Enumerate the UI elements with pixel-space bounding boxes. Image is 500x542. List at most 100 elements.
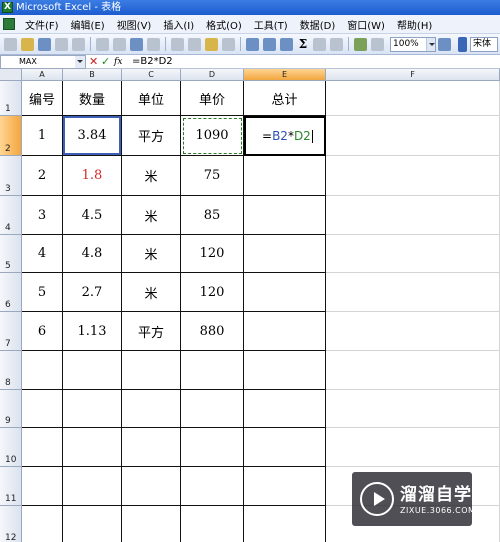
header-cell[interactable]: 数量 xyxy=(63,81,122,116)
select-all-corner[interactable] xyxy=(0,69,22,81)
cell[interactable] xyxy=(122,351,181,390)
cell[interactable] xyxy=(181,428,244,467)
autosum-icon[interactable]: Σ xyxy=(297,37,309,51)
row-header[interactable]: 11 xyxy=(0,467,22,506)
cell[interactable] xyxy=(122,428,181,467)
row-header[interactable]: 12 xyxy=(0,506,22,542)
cell[interactable] xyxy=(326,156,500,196)
column-header[interactable]: E xyxy=(244,69,326,81)
cell[interactable] xyxy=(63,351,122,390)
column-header[interactable]: B xyxy=(63,69,122,81)
table-cell[interactable]: 米 xyxy=(122,235,181,273)
row-header[interactable]: 4 xyxy=(0,196,22,235)
table-cell[interactable]: 3.84 xyxy=(63,116,122,156)
cell[interactable] xyxy=(326,428,500,467)
row-header[interactable]: 8 xyxy=(0,351,22,390)
cell[interactable] xyxy=(244,467,326,506)
column-header[interactable]: F xyxy=(326,69,500,81)
table-cell[interactable] xyxy=(244,312,326,351)
menu-view[interactable]: 视图(V) xyxy=(111,17,158,32)
undo-icon[interactable] xyxy=(246,37,259,51)
cell[interactable] xyxy=(181,390,244,428)
cell[interactable] xyxy=(22,390,63,428)
table-cell[interactable]: 120 xyxy=(181,235,244,273)
menu-window[interactable]: 窗口(W) xyxy=(341,17,391,32)
format-painter-icon[interactable] xyxy=(222,37,235,51)
cell[interactable] xyxy=(326,273,500,312)
table-cell[interactable]: 米 xyxy=(122,196,181,235)
table-cell[interactable]: 平方 xyxy=(122,312,181,351)
row-header[interactable]: 10 xyxy=(0,428,22,467)
table-cell[interactable]: 4.8 xyxy=(63,235,122,273)
cell[interactable] xyxy=(22,467,63,506)
cell[interactable] xyxy=(122,390,181,428)
row-header[interactable]: 7 xyxy=(0,312,22,351)
table-cell[interactable]: 4.5 xyxy=(63,196,122,235)
formula-input[interactable]: =B2*D2 xyxy=(130,55,500,69)
cell[interactable] xyxy=(63,390,122,428)
cell[interactable] xyxy=(326,312,500,351)
menu-file[interactable]: 文件(F) xyxy=(19,17,65,32)
table-cell[interactable]: 4 xyxy=(22,235,63,273)
permission-icon[interactable] xyxy=(55,37,68,51)
cell[interactable] xyxy=(244,428,326,467)
zoom-select[interactable]: 100% xyxy=(390,36,436,52)
sort-ascending-icon[interactable] xyxy=(313,37,326,51)
open-icon[interactable] xyxy=(21,37,34,51)
enter-icon[interactable]: ✓ xyxy=(101,55,111,69)
table-cell[interactable]: 1.13 xyxy=(63,312,122,351)
cell[interactable] xyxy=(244,506,326,542)
table-cell[interactable] xyxy=(244,273,326,312)
cell[interactable] xyxy=(63,467,122,506)
cell[interactable] xyxy=(244,390,326,428)
paste-icon[interactable] xyxy=(205,37,218,51)
table-cell[interactable]: 1 xyxy=(22,116,63,156)
row-header[interactable]: 1 xyxy=(0,81,22,116)
email-icon[interactable] xyxy=(72,37,85,51)
row-header[interactable]: 5 xyxy=(0,235,22,273)
row-header[interactable]: 9 xyxy=(0,390,22,428)
cell[interactable] xyxy=(244,351,326,390)
table-cell[interactable]: 平方 xyxy=(122,116,181,156)
new-icon[interactable] xyxy=(4,37,17,51)
cell[interactable] xyxy=(181,506,244,542)
chevron-down-icon[interactable] xyxy=(426,37,435,51)
table-cell[interactable]: 1090 xyxy=(181,116,244,156)
print-preview-icon[interactable] xyxy=(113,37,126,51)
spelling-icon[interactable] xyxy=(130,37,143,51)
header-cell[interactable]: 单位 xyxy=(122,81,181,116)
column-header[interactable]: C xyxy=(122,69,181,81)
table-cell[interactable]: 2 xyxy=(22,156,63,196)
redo-icon[interactable] xyxy=(263,37,276,51)
cell[interactable] xyxy=(122,506,181,542)
table-cell[interactable] xyxy=(244,235,326,273)
copy-icon[interactable] xyxy=(188,37,201,51)
hyperlink-icon[interactable] xyxy=(280,37,293,51)
header-cell[interactable]: 单价 xyxy=(181,81,244,116)
table-cell[interactable]: 1.8 xyxy=(63,156,122,196)
cancel-icon[interactable]: ✕ xyxy=(89,55,99,69)
row-header[interactable]: 6 xyxy=(0,273,22,312)
cell[interactable] xyxy=(181,467,244,506)
table-cell[interactable]: 75 xyxy=(181,156,244,196)
cell[interactable] xyxy=(181,351,244,390)
sort-descending-icon[interactable] xyxy=(330,37,343,51)
chevron-down-icon[interactable] xyxy=(75,56,85,68)
column-header[interactable]: D xyxy=(181,69,244,81)
menu-edit[interactable]: 编辑(E) xyxy=(65,17,111,32)
insert-function-icon[interactable]: fx xyxy=(114,55,128,69)
menu-data[interactable]: 数据(D) xyxy=(294,17,342,32)
chart-wizard-icon[interactable] xyxy=(354,37,367,51)
table-cell[interactable]: 6 xyxy=(22,312,63,351)
table-cell[interactable]: 米 xyxy=(122,273,181,312)
menu-help[interactable]: 帮助(H) xyxy=(391,17,438,32)
cell[interactable] xyxy=(22,351,63,390)
table-cell[interactable] xyxy=(244,156,326,196)
column-header[interactable]: A xyxy=(22,69,63,81)
cell[interactable] xyxy=(63,428,122,467)
print-icon[interactable] xyxy=(96,37,109,51)
drawing-icon[interactable] xyxy=(371,37,384,51)
save-icon[interactable] xyxy=(38,37,51,51)
row-header[interactable]: 2 xyxy=(0,116,22,156)
cell[interactable] xyxy=(326,235,500,273)
